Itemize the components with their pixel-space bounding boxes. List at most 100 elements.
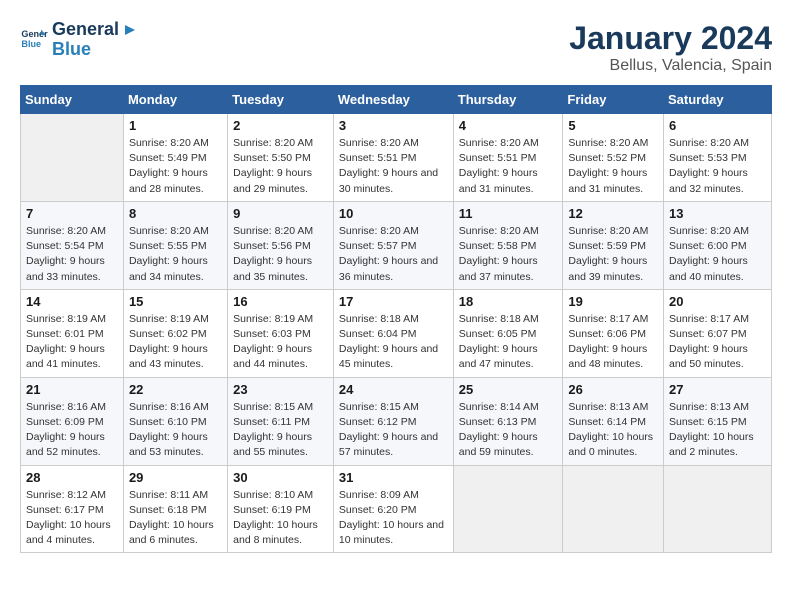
calendar-cell: 27 Sunrise: 8:13 AMSunset: 6:15 PMDayligh… [663,377,771,465]
day-info: Sunrise: 8:15 AMSunset: 6:11 PMDaylight:… [233,400,328,461]
day-number: 12 [568,206,658,221]
calendar-cell: 26 Sunrise: 8:13 AMSunset: 6:14 PMDayligh… [563,377,664,465]
calendar-cell: 11 Sunrise: 8:20 AMSunset: 5:58 PMDayligh… [453,201,563,289]
day-number: 9 [233,206,328,221]
logo-icon: General Blue [20,26,48,54]
day-number: 16 [233,294,328,309]
header-saturday: Saturday [663,86,771,114]
calendar-cell: 22 Sunrise: 8:16 AMSunset: 6:10 PMDayligh… [123,377,227,465]
page-header: General Blue General Blue January 2024 B… [20,20,772,75]
day-info: Sunrise: 8:19 AMSunset: 6:03 PMDaylight:… [233,312,328,373]
day-number: 26 [568,382,658,397]
calendar-cell: 6 Sunrise: 8:20 AMSunset: 5:53 PMDaylight… [663,114,771,202]
calendar-cell: 14Sunrise: 8:19 AMSunset: 6:01 PMDayligh… [21,289,124,377]
day-info: Sunrise: 8:10 AMSunset: 6:19 PMDaylight:… [233,488,328,549]
day-number: 30 [233,470,328,485]
day-info: Sunrise: 8:16 AMSunset: 6:09 PMDaylight:… [26,400,118,461]
calendar-cell: 30 Sunrise: 8:10 AMSunset: 6:19 PMDayligh… [228,465,334,553]
calendar-cell: 4Sunrise: 8:20 AMSunset: 5:51 PMDaylight… [453,114,563,202]
day-number: 25 [459,382,558,397]
calendar-cell: 12 Sunrise: 8:20 AMSunset: 5:59 PMDayligh… [563,201,664,289]
header-sunday: Sunday [21,86,124,114]
calendar-cell: 23 Sunrise: 8:15 AMSunset: 6:11 PMDayligh… [228,377,334,465]
calendar-cell: 18 Sunrise: 8:18 AMSunset: 6:05 PMDayligh… [453,289,563,377]
day-info: Sunrise: 8:14 AMSunset: 6:13 PMDaylight:… [459,400,558,461]
day-info: Sunrise: 8:16 AMSunset: 6:10 PMDaylight:… [129,400,222,461]
day-number: 10 [339,206,448,221]
day-info: Sunrise: 8:20 AMSunset: 5:50 PMDaylight:… [233,136,328,197]
calendar-week-row: 1Sunrise: 8:20 AMSunset: 5:49 PMDaylight… [21,114,772,202]
calendar-cell: 3 Sunrise: 8:20 AMSunset: 5:51 PMDaylight… [333,114,453,202]
day-number: 4 [459,118,558,133]
day-number: 1 [129,118,222,133]
calendar-cell: 15 Sunrise: 8:19 AMSunset: 6:02 PMDayligh… [123,289,227,377]
day-info: Sunrise: 8:13 AMSunset: 6:14 PMDaylight:… [568,400,658,461]
calendar-cell: 25 Sunrise: 8:14 AMSunset: 6:13 PMDayligh… [453,377,563,465]
calendar-cell: 8 Sunrise: 8:20 AMSunset: 5:55 PMDaylight… [123,201,227,289]
main-title: January 2024 [569,20,772,57]
day-info: Sunrise: 8:13 AMSunset: 6:15 PMDaylight:… [669,400,766,461]
day-number: 20 [669,294,766,309]
day-number: 13 [669,206,766,221]
calendar-cell: 29Sunrise: 8:11 AMSunset: 6:18 PMDayligh… [123,465,227,553]
calendar-cell [21,114,124,202]
day-number: 6 [669,118,766,133]
calendar-cell: 2 Sunrise: 8:20 AMSunset: 5:50 PMDaylight… [228,114,334,202]
day-number: 5 [568,118,658,133]
calendar-cell: 20Sunrise: 8:17 AMSunset: 6:07 PMDayligh… [663,289,771,377]
calendar-cell: 9 Sunrise: 8:20 AMSunset: 5:56 PMDaylight… [228,201,334,289]
day-number: 18 [459,294,558,309]
day-number: 2 [233,118,328,133]
calendar-week-row: 21 Sunrise: 8:16 AMSunset: 6:09 PMDayligh… [21,377,772,465]
day-info: Sunrise: 8:20 AMSunset: 5:51 PMDaylight:… [339,136,448,197]
day-info: Sunrise: 8:20 AMSunset: 5:54 PMDaylight:… [26,224,118,285]
day-number: 19 [568,294,658,309]
calendar-week-row: 7Sunrise: 8:20 AMSunset: 5:54 PMDaylight… [21,201,772,289]
logo-arrow-icon [121,21,139,39]
header-thursday: Thursday [453,86,563,114]
day-info: Sunrise: 8:09 AMSunset: 6:20 PMDaylight:… [339,488,448,549]
calendar-cell [563,465,664,553]
calendar-cell [453,465,563,553]
day-info: Sunrise: 8:11 AMSunset: 6:18 PMDaylight:… [129,488,222,549]
calendar-week-row: 28 Sunrise: 8:12 AMSunset: 6:17 PMDayligh… [21,465,772,553]
day-number: 22 [129,382,222,397]
day-number: 8 [129,206,222,221]
calendar-cell [663,465,771,553]
day-number: 28 [26,470,118,485]
logo-text-block: General Blue [52,20,139,60]
day-number: 24 [339,382,448,397]
day-number: 11 [459,206,558,221]
day-info: Sunrise: 8:12 AMSunset: 6:17 PMDaylight:… [26,488,118,549]
day-info: Sunrise: 8:20 AMSunset: 5:58 PMDaylight:… [459,224,558,285]
day-number: 15 [129,294,222,309]
calendar-cell: 13 Sunrise: 8:20 AMSunset: 6:00 PMDayligh… [663,201,771,289]
logo: General Blue General Blue [20,20,139,60]
day-info: Sunrise: 8:19 AMSunset: 6:02 PMDaylight:… [129,312,222,373]
subtitle: Bellus, Valencia, Spain [569,57,772,75]
calendar-cell: 19 Sunrise: 8:17 AMSunset: 6:06 PMDayligh… [563,289,664,377]
header-wednesday: Wednesday [333,86,453,114]
calendar-cell: 17Sunrise: 8:18 AMSunset: 6:04 PMDayligh… [333,289,453,377]
day-info: Sunrise: 8:20 AMSunset: 6:00 PMDaylight:… [669,224,766,285]
day-info: Sunrise: 8:20 AMSunset: 5:53 PMDaylight:… [669,136,766,197]
day-info: Sunrise: 8:20 AMSunset: 5:55 PMDaylight:… [129,224,222,285]
calendar-cell: 10Sunrise: 8:20 AMSunset: 5:57 PMDayligh… [333,201,453,289]
calendar-cell: 31Sunrise: 8:09 AMSunset: 6:20 PMDayligh… [333,465,453,553]
day-number: 23 [233,382,328,397]
header-monday: Monday [123,86,227,114]
calendar-cell: 16 Sunrise: 8:19 AMSunset: 6:03 PMDayligh… [228,289,334,377]
day-info: Sunrise: 8:17 AMSunset: 6:06 PMDaylight:… [568,312,658,373]
day-info: Sunrise: 8:20 AMSunset: 5:59 PMDaylight:… [568,224,658,285]
day-number: 3 [339,118,448,133]
day-info: Sunrise: 8:15 AMSunset: 6:12 PMDaylight:… [339,400,448,461]
calendar-cell: 21 Sunrise: 8:16 AMSunset: 6:09 PMDayligh… [21,377,124,465]
logo-line1: General [52,20,139,40]
day-info: Sunrise: 8:20 AMSunset: 5:56 PMDaylight:… [233,224,328,285]
calendar-cell: 1Sunrise: 8:20 AMSunset: 5:49 PMDaylight… [123,114,227,202]
day-number: 27 [669,382,766,397]
day-info: Sunrise: 8:18 AMSunset: 6:04 PMDaylight:… [339,312,448,373]
day-info: Sunrise: 8:18 AMSunset: 6:05 PMDaylight:… [459,312,558,373]
day-number: 21 [26,382,118,397]
header-friday: Friday [563,86,664,114]
